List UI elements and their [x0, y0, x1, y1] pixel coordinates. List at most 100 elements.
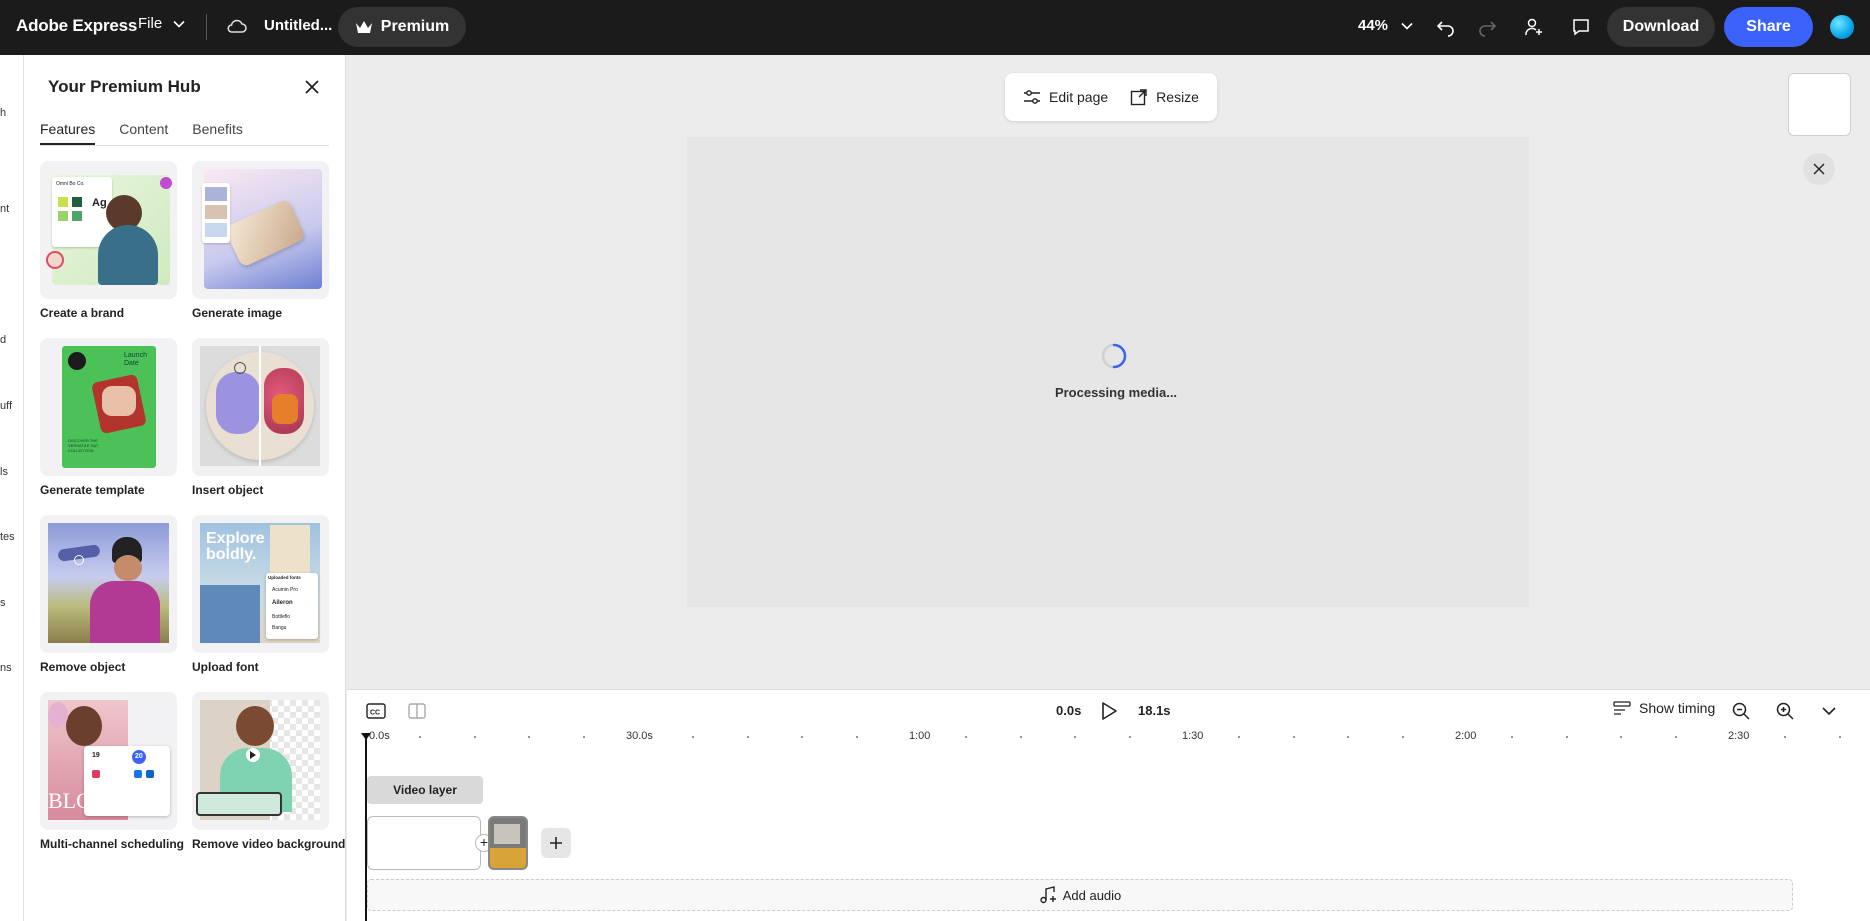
rail-item[interactable]: nt	[0, 203, 9, 215]
comment-icon	[1573, 19, 1589, 36]
avatar[interactable]	[1830, 15, 1854, 39]
feature-card-multi-channel-scheduling[interactable]: BLO 19 20 Multi-channel scheduling	[40, 692, 185, 851]
rail-item[interactable]: s	[0, 597, 6, 609]
scheduling-thumbnail: BLO 19 20	[40, 692, 177, 830]
redo-button[interactable]	[1473, 13, 1501, 41]
card-label: Insert object	[192, 483, 264, 497]
rail-item[interactable]: ns	[0, 662, 12, 674]
redo-icon	[1479, 21, 1497, 37]
timeline-clip-thumbnail[interactable]	[488, 816, 528, 870]
share-button[interactable]: Share	[1724, 7, 1813, 47]
font-list-item: Aileron	[272, 600, 293, 606]
split-button[interactable]	[405, 699, 429, 723]
template-launch-text: Launch Date	[124, 352, 147, 367]
zoom-out-button[interactable]	[1729, 699, 1753, 723]
ruler-label: 1:30	[1182, 730, 1204, 742]
add-audio-track[interactable]: Add audio	[367, 879, 1793, 911]
feature-card-create-brand[interactable]: Omni Bo Co. Ag Create a brand	[40, 161, 177, 320]
cloud-icon[interactable]	[226, 15, 248, 37]
app-brand[interactable]: Adobe Express	[16, 16, 137, 36]
collapse-timeline-button[interactable]	[1817, 699, 1841, 723]
feature-card-remove-object[interactable]: Remove object	[40, 515, 177, 674]
play-button[interactable]	[1097, 699, 1121, 723]
card-label: Multi-channel scheduling	[40, 837, 185, 851]
card-label: Generate template	[40, 483, 145, 497]
close-icon	[1813, 163, 1825, 175]
zoom-dropdown[interactable]: 44%	[1358, 17, 1414, 34]
invite-button[interactable]	[1520, 13, 1548, 41]
font-list-item: Bangu	[272, 625, 287, 631]
undo-button[interactable]	[1432, 13, 1460, 41]
rail-item[interactable]: h	[0, 107, 6, 119]
card-label: Generate image	[192, 306, 283, 320]
brand-font-sample: Ag	[92, 197, 107, 209]
page-thumbnail[interactable]	[1788, 73, 1851, 136]
schedule-day-b: 20	[135, 753, 143, 760]
download-button[interactable]: Download	[1607, 7, 1715, 47]
zoom-out-icon	[1732, 702, 1750, 720]
ruler-label: 30.0s	[626, 730, 653, 742]
tab-benefits[interactable]: Benefits	[192, 121, 243, 145]
zoom-level: 44%	[1358, 17, 1389, 34]
edit-page-button[interactable]: Edit page	[1023, 89, 1108, 105]
play-icon	[250, 751, 256, 759]
feature-card-generate-image[interactable]: Generate image	[192, 161, 329, 320]
tab-content[interactable]: Content	[119, 121, 168, 145]
current-time: 0.0s	[1056, 703, 1082, 718]
video-layer-chip[interactable]: Video layer	[367, 776, 483, 804]
ruler-label: 2:00	[1455, 730, 1477, 742]
ruler-label: 2:30	[1728, 730, 1750, 742]
add-audio-label: Add audio	[1062, 887, 1122, 903]
premium-label: Premium	[380, 18, 450, 35]
total-time: 18.1s	[1138, 703, 1171, 718]
premium-button[interactable]: Premium	[338, 7, 466, 47]
split-icon	[408, 703, 426, 719]
feature-card-upload-font[interactable]: Explore boldly. Uploaded fonts Acumin Pr…	[192, 515, 329, 674]
edit-page-label: Edit page	[1049, 89, 1109, 105]
feature-card-insert-object[interactable]: Insert object	[192, 338, 329, 497]
zoom-in-button[interactable]	[1773, 699, 1797, 723]
play-icon	[1102, 702, 1117, 720]
feature-card-generate-template[interactable]: Launch Date DISCOVER THE VERSATILE SAT C…	[40, 338, 177, 497]
loading-spinner-icon	[1101, 343, 1127, 369]
close-icon[interactable]	[302, 77, 322, 97]
tab-features[interactable]: Features	[40, 121, 96, 145]
time-ruler[interactable]: 0.0s 30.0s 1:00 1:30 2:00 2:30	[355, 730, 1855, 750]
timeline-clip[interactable]	[367, 816, 481, 870]
show-timing-label: Show timing	[1639, 700, 1716, 716]
canvas-toolbar: Edit page Resize	[1005, 73, 1217, 121]
font-list-item: Bottleflo	[272, 614, 291, 620]
template-collection-text: DISCOVER THE VERSATILE SAT COLLECTION	[68, 438, 99, 453]
rail-item[interactable]: ls	[0, 466, 8, 478]
svg-text:CC: CC	[370, 710, 380, 717]
document-title[interactable]: Untitled...	[264, 17, 332, 34]
timeline-panel: CC 0.0s 18.1s Show timing 0.0s 30.0s 1:0…	[347, 689, 1870, 921]
generate-template-thumbnail: Launch Date DISCOVER THE VERSATILE SAT C…	[40, 338, 177, 476]
file-menu[interactable]: File	[138, 15, 186, 32]
panel-title: Your Premium Hub	[48, 77, 201, 96]
rail-item[interactable]: uff	[0, 400, 12, 412]
card-label: Upload font	[192, 660, 259, 674]
chevron-down-icon	[1401, 22, 1413, 30]
insert-object-thumbnail	[192, 338, 329, 476]
captions-button[interactable]: CC	[364, 699, 388, 723]
divider	[206, 14, 207, 40]
ruler-label: 1:00	[909, 730, 931, 742]
rail-item[interactable]: d	[0, 334, 6, 346]
canvas-page[interactable]	[687, 137, 1529, 607]
feature-card-remove-video-background[interactable]: Remove video background	[192, 692, 345, 851]
music-add-icon	[1040, 886, 1056, 904]
close-button[interactable]	[1803, 153, 1835, 185]
plus-icon	[550, 837, 562, 849]
top-bar: Adobe Express File Untitled... Premium 4…	[0, 0, 1870, 55]
processing-status: Processing media...	[1054, 385, 1178, 400]
show-timing-button[interactable]: Show timing	[1613, 700, 1715, 716]
zoom-in-icon	[1776, 702, 1794, 720]
generate-image-thumbnail	[192, 161, 329, 299]
resize-button[interactable]: Resize	[1130, 88, 1199, 106]
add-scene-button[interactable]	[541, 828, 571, 858]
comments-button[interactable]	[1567, 13, 1595, 41]
rail-item[interactable]: tes	[0, 531, 15, 543]
chevron-down-icon	[1822, 707, 1836, 716]
resize-icon	[1130, 89, 1147, 106]
